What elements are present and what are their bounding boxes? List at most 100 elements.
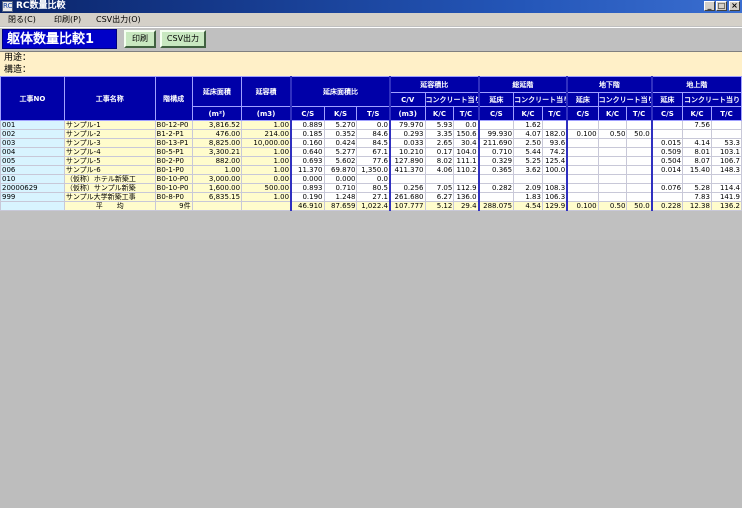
cell-area[interactable]: 6,835.15 [191, 192, 243, 202]
cell-value[interactable] [626, 192, 653, 202]
cell-value[interactable]: 8.07 [682, 156, 712, 166]
cell-volume[interactable]: 10,000.00 [241, 138, 292, 148]
cell-value[interactable] [710, 120, 742, 130]
minimize-button[interactable]: _ [704, 1, 715, 11]
cell-value[interactable]: 110.2 [453, 165, 480, 175]
table-row[interactable]: 004 サンプル-4 B0-5-P1 3,300.21 1.00 0.640 5.277 67… [0, 147, 742, 157]
cell-value[interactable]: 0.710 [477, 147, 515, 157]
menu-print[interactable]: 印刷(P) [54, 13, 81, 26]
cell-value[interactable]: 0.329 [477, 156, 515, 166]
cell-value[interactable] [650, 120, 684, 130]
cell-value[interactable]: 53.3 [710, 138, 742, 148]
cell-value[interactable] [710, 129, 742, 139]
print-button[interactable]: 印刷 [124, 30, 156, 48]
cell-value[interactable] [650, 192, 684, 202]
cell-value[interactable] [626, 183, 653, 193]
cell-value[interactable] [597, 138, 628, 148]
cell-value[interactable]: 0.509 [650, 147, 684, 157]
cell-value[interactable]: 0.256 [388, 183, 426, 193]
cell-name[interactable]: サンプル-3 [63, 138, 156, 148]
cell-value[interactable] [626, 120, 653, 130]
cell-value[interactable]: 182.0 [541, 129, 568, 139]
table-row[interactable]: 003 サンプル-3 B0-13-P1 8,825.00 10,000.00 0.160 0… [0, 138, 742, 148]
cell-volume[interactable]: 1.00 [241, 192, 292, 202]
cell-value[interactable]: 1.62 [513, 120, 543, 130]
cell-value[interactable]: 0.710 [323, 183, 358, 193]
cell-struct[interactable]: B0-13-P1 [154, 138, 193, 148]
cell-area[interactable]: 3,300.21 [191, 147, 243, 157]
table-row[interactable]: 005 サンプル-5 B0-2-P0 882.00 1.00 0.693 5.602 77.6… [0, 156, 742, 166]
cell-value[interactable]: 141.9 [710, 192, 742, 202]
cell-struct[interactable]: B0-1-P0 [154, 165, 193, 175]
cell-value[interactable]: 261.680 [388, 192, 426, 202]
cell-value[interactable]: 2.65 [424, 138, 455, 148]
cell-value[interactable]: 0.076 [650, 183, 684, 193]
cell-name[interactable]: （仮称）サンプル新築 [63, 183, 156, 193]
cell-struct[interactable]: B1-2-P1 [154, 129, 193, 139]
cell-value[interactable] [566, 120, 599, 130]
cell-value[interactable]: 150.6 [453, 129, 480, 139]
cell-value[interactable]: 111.1 [453, 156, 480, 166]
cell-value[interactable]: 0.0 [356, 174, 391, 184]
cell-value[interactable] [477, 174, 515, 184]
cell-value[interactable] [566, 183, 599, 193]
cell-value[interactable]: 108.3 [541, 183, 568, 193]
cell-value[interactable]: 0.640 [290, 147, 325, 157]
cell-value[interactable] [597, 165, 628, 175]
cell-value[interactable] [597, 183, 628, 193]
cell-volume[interactable]: 1.00 [241, 156, 292, 166]
cell-value[interactable]: 0.17 [424, 147, 455, 157]
cell-no[interactable]: 004 [0, 147, 65, 157]
cell-value[interactable] [626, 165, 653, 175]
cell-name[interactable]: サンプル-2 [63, 129, 156, 139]
cell-value[interactable]: 0.352 [323, 129, 358, 139]
cell-value[interactable]: 0.100 [566, 129, 599, 139]
cell-struct[interactable]: B0-5-P1 [154, 147, 193, 157]
cell-value[interactable] [541, 174, 568, 184]
csv-export-button[interactable]: CSV出力 [160, 30, 206, 48]
cell-value[interactable]: 11.370 [290, 165, 325, 175]
cell-value[interactable]: 1.83 [513, 192, 543, 202]
cell-value[interactable]: 127.890 [388, 156, 426, 166]
cell-no[interactable]: 010 [0, 174, 65, 184]
cell-value[interactable]: 1.248 [323, 192, 358, 202]
cell-no[interactable]: 005 [0, 156, 65, 166]
table-row[interactable]: 001 サンプル-1 B0-12-P0 3,816.52 1.00 0.889 5.270 0… [0, 120, 742, 130]
cell-value[interactable]: 106.3 [541, 192, 568, 202]
cell-value[interactable] [682, 129, 712, 139]
cell-value[interactable]: 30.4 [453, 138, 480, 148]
cell-value[interactable]: 0.000 [323, 174, 358, 184]
cell-value[interactable]: 7.56 [682, 120, 712, 130]
cell-value[interactable] [424, 174, 455, 184]
cell-value[interactable]: 148.3 [710, 165, 742, 175]
cell-value[interactable]: 5.25 [513, 156, 543, 166]
maximize-button[interactable]: □ [716, 1, 727, 11]
cell-area[interactable]: 3,816.52 [191, 120, 243, 130]
cell-value[interactable]: 0.014 [650, 165, 684, 175]
header-area[interactable]: 延床面積 [191, 76, 243, 107]
cell-value[interactable]: 103.1 [710, 147, 742, 157]
cell-value[interactable] [566, 156, 599, 166]
cell-volume[interactable]: 214.00 [241, 129, 292, 139]
cell-struct[interactable]: B0-12-P0 [154, 120, 193, 130]
cell-value[interactable]: 3.35 [424, 129, 455, 139]
cell-area[interactable]: 8,825.00 [191, 138, 243, 148]
cell-value[interactable] [566, 192, 599, 202]
cell-value[interactable]: 74.2 [541, 147, 568, 157]
cell-value[interactable] [650, 174, 684, 184]
cell-value[interactable]: 211.690 [477, 138, 515, 148]
cell-value[interactable]: 6.27 [424, 192, 455, 202]
menu-csv[interactable]: CSV出力(O) [96, 13, 141, 26]
cell-value[interactable]: 0.504 [650, 156, 684, 166]
cell-value[interactable]: 10.210 [388, 147, 426, 157]
cell-name[interactable]: サンプル-6 [63, 165, 156, 175]
cell-value[interactable] [710, 174, 742, 184]
cell-value[interactable]: 84.6 [356, 129, 391, 139]
cell-value[interactable]: 50.0 [626, 129, 653, 139]
cell-value[interactable]: 27.1 [356, 192, 391, 202]
menu-close[interactable]: 閉る(C) [8, 13, 36, 26]
cell-name[interactable]: サンプル-1 [63, 120, 156, 130]
cell-value[interactable]: 0.893 [290, 183, 325, 193]
close-button[interactable]: × [729, 1, 740, 11]
cell-value[interactable] [477, 120, 515, 130]
